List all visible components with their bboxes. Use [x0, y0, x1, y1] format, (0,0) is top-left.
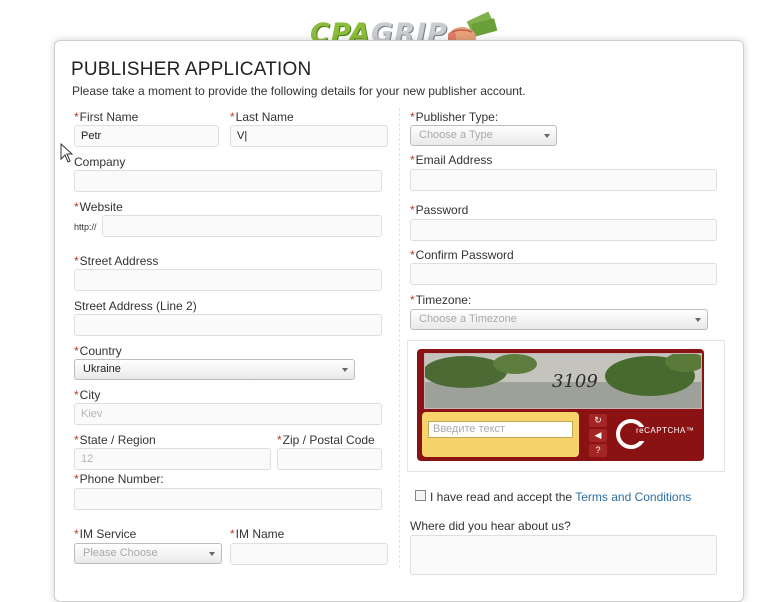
chevron-down-icon [209, 552, 215, 556]
publisher-type-label-text: Publisher Type: [415, 110, 499, 124]
publisher-type-label: *Publisher Type: [410, 110, 498, 124]
chevron-down-icon [695, 318, 701, 322]
referral-label: Where did you hear about us? [410, 519, 571, 533]
last-name-label: *Last Name [230, 110, 294, 124]
im-service-select[interactable]: Please Choose [74, 543, 222, 564]
city-label-text: City [79, 388, 101, 402]
state-input[interactable]: 12 [74, 448, 271, 470]
zip-label: *Zip / Postal Code [277, 433, 375, 447]
chevron-down-icon [342, 368, 348, 372]
required-mark: * [277, 433, 282, 447]
column-divider [399, 108, 400, 568]
required-mark: * [74, 200, 79, 214]
street-address-label-text: Street Address [79, 254, 159, 268]
last-name-label-text: Last Name [235, 110, 294, 124]
first-name-label-text: First Name [79, 110, 139, 124]
im-service-label-text: IM Service [79, 527, 137, 541]
referral-textarea[interactable] [410, 535, 717, 575]
timezone-select-value: Choose a Timezone [419, 313, 517, 325]
city-label: *City [74, 388, 100, 402]
required-mark: * [74, 527, 79, 541]
street-address-input[interactable] [74, 269, 382, 291]
street-address-2-input[interactable] [74, 314, 382, 336]
page-subtitle: Please take a moment to provide the foll… [72, 84, 526, 98]
website-label: *Website [74, 200, 123, 214]
chevron-down-icon [544, 134, 550, 138]
terms-prefix: I have read and accept the [430, 490, 576, 504]
required-mark: * [74, 433, 79, 447]
zip-label-text: Zip / Postal Code [282, 433, 375, 447]
required-mark: * [230, 110, 235, 124]
email-label-text: Email Address [415, 153, 493, 167]
timezone-label: *Timezone: [410, 293, 471, 307]
city-input[interactable]: Kiev [74, 403, 382, 425]
password-label-text: Password [415, 203, 469, 217]
confirm-password-label-text: Confirm Password [415, 248, 514, 262]
required-mark: * [410, 110, 415, 124]
website-label-text: Website [79, 200, 123, 214]
country-select-value: Ukraine [83, 363, 121, 375]
im-service-select-value: Please Choose [83, 547, 158, 559]
mouse-cursor-icon [60, 143, 73, 163]
im-name-input[interactable] [230, 543, 388, 565]
phone-input[interactable] [74, 488, 382, 510]
required-mark: * [410, 293, 415, 307]
first-name-label: *First Name [74, 110, 138, 124]
im-service-label: *IM Service [74, 527, 136, 541]
publisher-type-select[interactable]: Choose a Type [410, 125, 557, 146]
required-mark: * [74, 110, 79, 124]
email-label: *Email Address [410, 153, 492, 167]
im-name-label-text: IM Name [235, 527, 285, 541]
timezone-select[interactable]: Choose a Timezone [410, 309, 708, 330]
street-address-label: *Street Address [74, 254, 158, 268]
company-input[interactable] [74, 170, 382, 192]
audio-icon[interactable]: ◀ [589, 429, 607, 442]
im-name-label: *IM Name [230, 527, 284, 541]
required-mark: * [74, 254, 79, 268]
captcha-input[interactable]: Введите текст [428, 421, 573, 438]
email-input[interactable] [410, 169, 717, 191]
password-input[interactable] [410, 219, 717, 241]
publisher-type-select-value: Choose a Type [419, 129, 493, 141]
required-mark: * [230, 527, 235, 541]
terms-checkbox[interactable] [415, 490, 426, 501]
zip-input[interactable] [277, 448, 382, 470]
street-address-2-label: Street Address (Line 2) [74, 299, 197, 313]
country-label-text: Country [79, 344, 122, 358]
required-mark: * [74, 344, 79, 358]
phone-label: *Phone Number: [74, 472, 164, 486]
country-select[interactable]: Ukraine [74, 359, 355, 380]
company-label: Company [74, 155, 126, 169]
last-name-input[interactable]: V| [230, 125, 388, 147]
terms-link[interactable]: Terms and Conditions [575, 490, 691, 504]
captcha-challenge-image: 3109 [424, 353, 702, 409]
website-prefix: http:// [74, 222, 97, 232]
state-label-text: State / Region [79, 433, 156, 447]
phone-label-text: Phone Number: [79, 472, 164, 486]
password-label: *Password [410, 203, 468, 217]
required-mark: * [410, 153, 415, 167]
terms-text: I have read and accept the Terms and Con… [430, 490, 691, 504]
confirm-password-input[interactable] [410, 263, 717, 285]
country-label: *Country [74, 344, 122, 358]
timezone-label-text: Timezone: [415, 293, 472, 307]
state-label: *State / Region [74, 433, 156, 447]
first-name-input[interactable]: Petr [74, 125, 219, 147]
required-mark: * [74, 388, 79, 402]
required-mark: * [74, 472, 79, 486]
page-title: PUBLISHER APPLICATION [71, 59, 312, 80]
required-mark: * [410, 248, 415, 262]
website-input[interactable] [102, 215, 382, 237]
help-icon[interactable]: ? [589, 444, 607, 457]
confirm-password-label: *Confirm Password [410, 248, 514, 262]
captcha-word: 3109 [552, 371, 598, 392]
recaptcha-brand: reCAPTCHA™ [636, 426, 695, 435]
refresh-icon[interactable]: ↻ [589, 414, 607, 427]
required-mark: * [410, 203, 415, 217]
